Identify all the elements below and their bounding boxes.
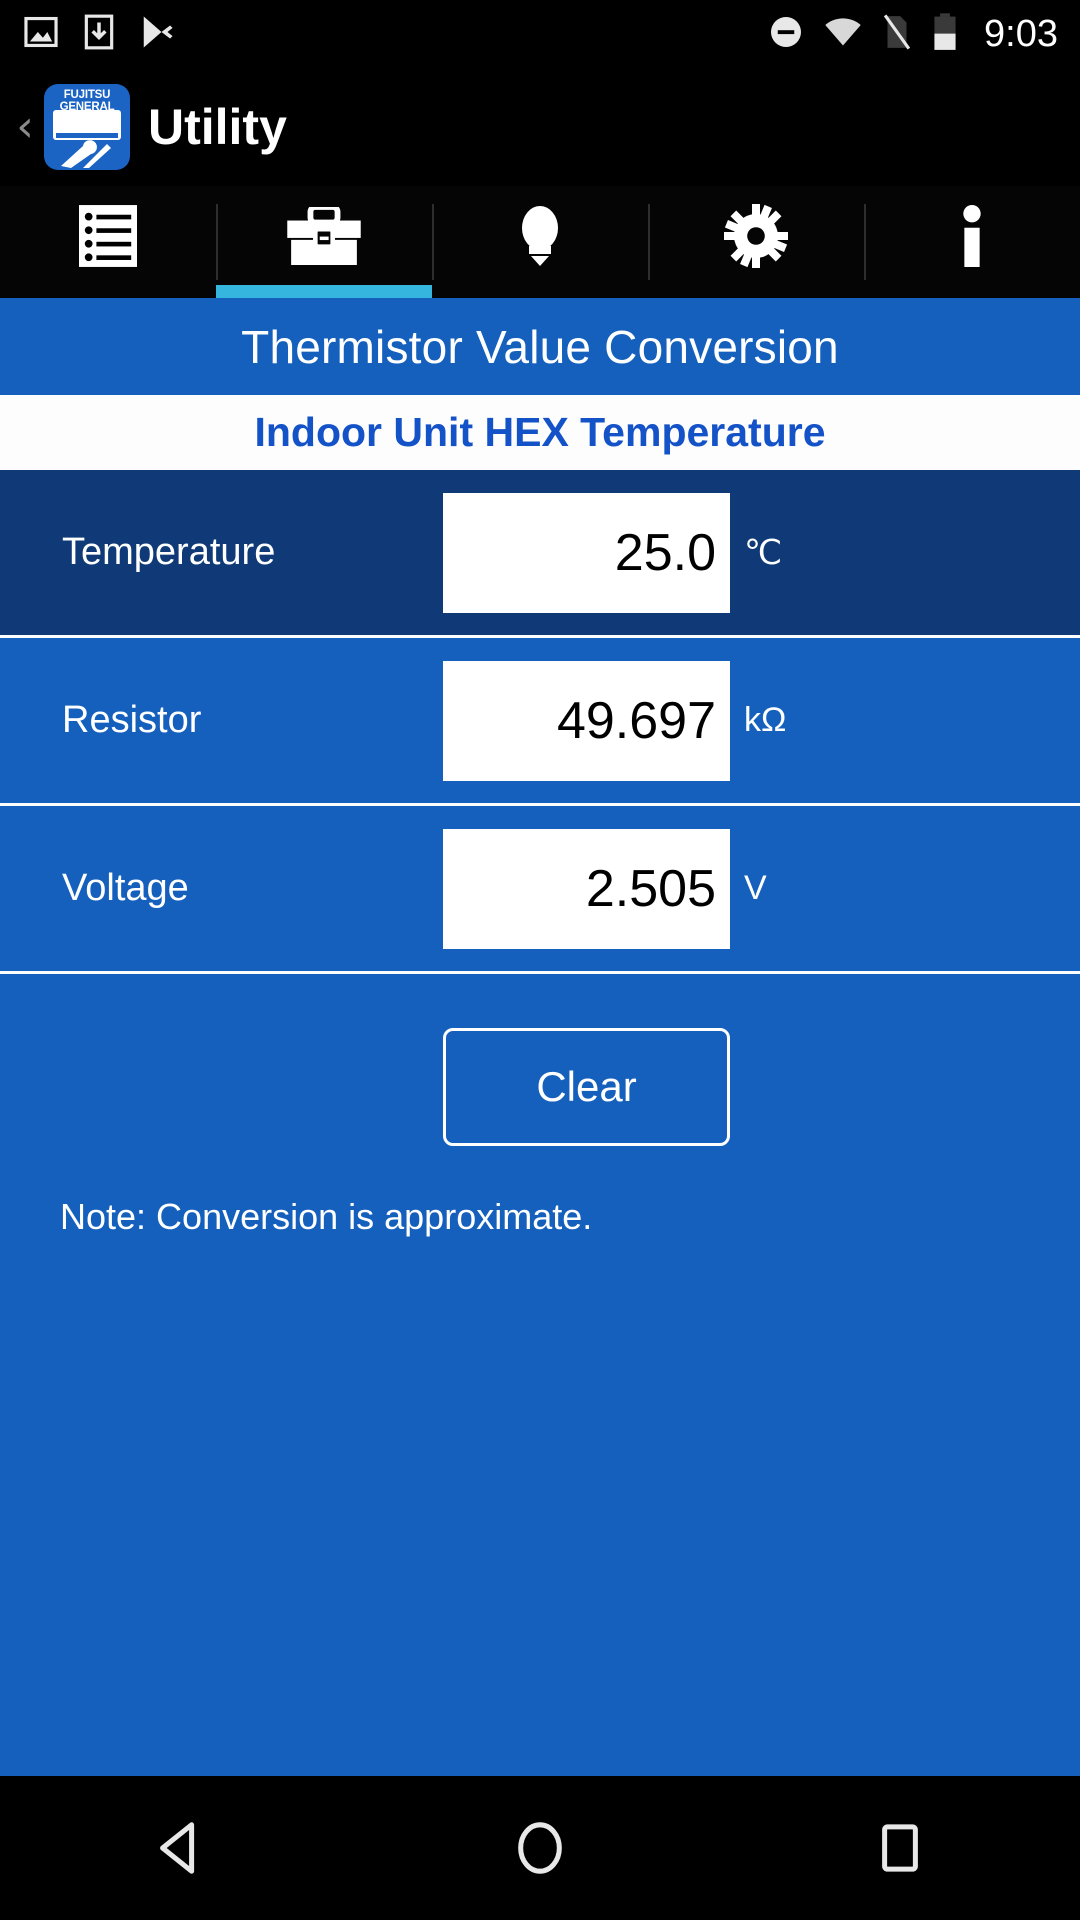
tab-list[interactable] [0, 186, 216, 298]
back-icon [160, 1822, 195, 1874]
resistor-value: 49.697 [556, 691, 716, 750]
app-bar: ‹ FUJITSU GENERAL Utility [0, 68, 1080, 186]
tab-tools[interactable] [216, 186, 432, 298]
lightbulb-icon [522, 206, 558, 266]
play-store-icon [138, 13, 178, 56]
do-not-disturb-icon [768, 14, 804, 55]
tab-indicator [648, 285, 864, 298]
wrench-icon [61, 140, 111, 168]
gear-icon [724, 204, 788, 268]
row-label-temperature: Temperature [62, 531, 276, 573]
no-sim-icon [882, 13, 912, 56]
info-icon [963, 205, 981, 267]
nav-home-button[interactable] [360, 1819, 720, 1877]
toolbox-icon [287, 207, 361, 265]
voltage-unit: V [744, 869, 767, 907]
tab-bar [0, 186, 1080, 298]
page-title: Utility [148, 99, 287, 155]
resistor-input[interactable]: 49.697 [443, 660, 730, 781]
temperature-value: 25.0 [614, 523, 716, 582]
tab-tips[interactable] [432, 186, 648, 298]
temperature-unit: ℃ [744, 533, 783, 572]
table-row: Resistor 49.697 kΩ [0, 638, 1080, 806]
temperature-input[interactable]: 25.0 [443, 492, 730, 613]
conversion-note: Note: Conversion is approximate. [60, 1196, 593, 1237]
conversion-rows: Temperature 25.0 ℃ Resistor 49.697 kΩ Vo… [0, 470, 1080, 1776]
nav-back-button[interactable] [0, 1819, 360, 1877]
status-bar-system-icons: 9:03 [768, 12, 1058, 57]
tab-info[interactable] [864, 186, 1080, 298]
resistor-unit: kΩ [744, 701, 787, 739]
list-icon [79, 205, 137, 267]
download-icon [82, 13, 116, 56]
nav-recents-button[interactable] [720, 1819, 1080, 1877]
section-title: Thermistor Value Conversion [0, 298, 1080, 395]
tab-indicator [864, 285, 1080, 298]
android-navigation-bar [0, 1776, 1080, 1920]
recents-icon [882, 1824, 918, 1872]
tab-indicator [0, 285, 216, 298]
home-icon [518, 1822, 562, 1874]
status-bar: 9:03 [0, 0, 1080, 68]
tab-indicator [216, 285, 432, 298]
row-label-resistor: Resistor [62, 699, 202, 741]
tab-settings[interactable] [648, 186, 864, 298]
tab-indicator [432, 285, 648, 298]
voltage-input[interactable]: 2.505 [443, 828, 730, 949]
row-label-voltage: Voltage [62, 867, 189, 909]
subsection-title: Indoor Unit HEX Temperature [0, 395, 1080, 470]
table-row: Voltage 2.505 V [0, 806, 1080, 974]
voltage-value: 2.505 [585, 859, 716, 918]
battery-icon [932, 12, 958, 57]
app-screen: 9:03 ‹ FUJITSU GENERAL Utility Thermisto… [0, 0, 1080, 1920]
image-icon [22, 13, 60, 56]
status-bar-clock: 9:03 [984, 12, 1058, 55]
action-area: Clear Note: Conversion is approximate. [0, 974, 1080, 1776]
app-icon: FUJITSU GENERAL [44, 84, 130, 170]
table-row: Temperature 25.0 ℃ [0, 470, 1080, 638]
clear-button[interactable]: Clear [443, 1028, 730, 1146]
wifi-icon [824, 16, 862, 53]
back-navigation-icon[interactable]: ‹ [8, 105, 42, 149]
status-bar-notifications [22, 13, 178, 56]
